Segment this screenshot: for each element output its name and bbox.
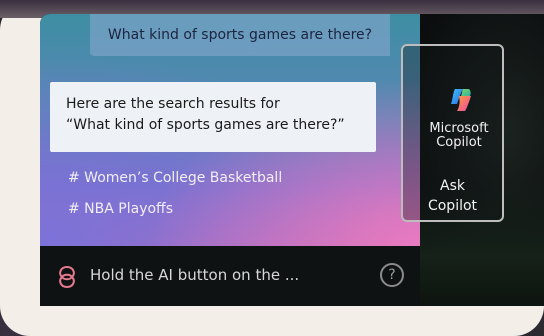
copilot-brand-line-2: Copilot <box>436 135 482 150</box>
ask-copilot-label-line-1: Ask <box>440 178 465 194</box>
suggestion-tag-nba-playoffs[interactable]: # NBA Playoffs <box>68 201 173 217</box>
response-line-1: Here are the search results for <box>66 96 280 112</box>
ask-copilot-label-line-2: Copilot <box>427 198 478 214</box>
copilot-logo-icon <box>451 89 471 111</box>
user-query-bubble: What kind of sports games are there? <box>90 14 390 56</box>
ai-button-hint: Hold the AI button on the ... <box>90 266 300 284</box>
user-query-text: What kind of sports games are there? <box>107 27 373 43</box>
assistant-response-card: Here are the search results for “What ki… <box>50 82 376 152</box>
help-icon[interactable]: ? <box>380 263 404 287</box>
response-line-2: “What kind of sports games are there?” <box>66 117 345 133</box>
copilot-brand-line-1: Microsoft <box>429 121 489 136</box>
help-symbol: ? <box>388 267 396 283</box>
suggestion-tag-womens-college-basketball[interactable]: # Women’s College Basketball <box>68 170 282 186</box>
ai-assistant-icon <box>59 265 75 289</box>
